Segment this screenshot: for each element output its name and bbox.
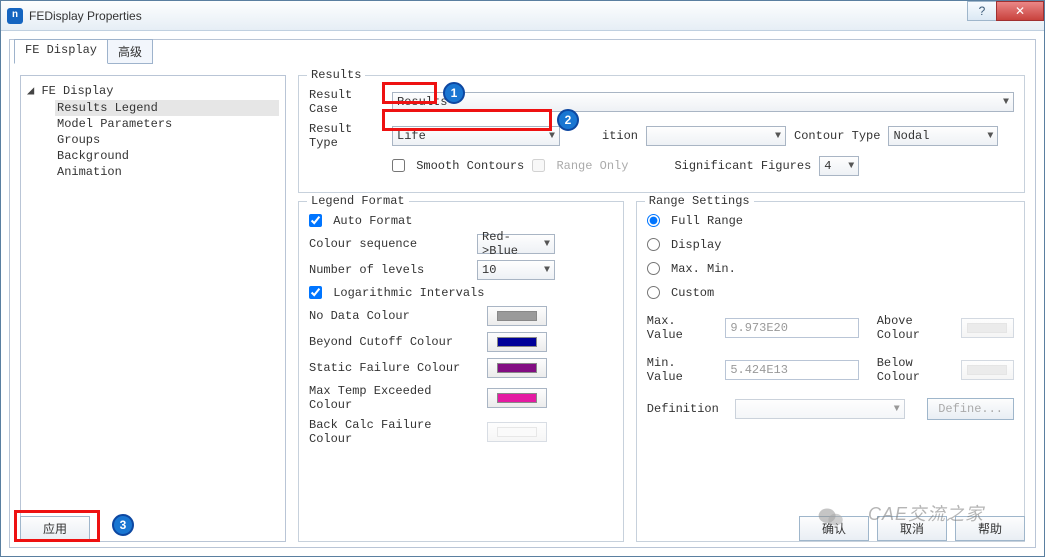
define-button[interactable]: Define... (927, 398, 1014, 420)
annotation-badge-2: 2 (557, 109, 579, 131)
range-display-radio[interactable]: Display (647, 238, 722, 252)
chevron-down-icon: ▼ (544, 239, 550, 250)
max-temp-colour-label: Max Temp Exceeded Colour (309, 384, 479, 412)
result-type-label: Result Type (309, 122, 384, 150)
group-range-settings: Range Settings Full Range Display Max. M… (636, 201, 1025, 542)
static-failure-colour-label: Static Failure Colour (309, 361, 479, 375)
group-legend-format: Legend Format Auto Format Colour sequenc… (298, 201, 624, 542)
beyond-cutoff-colour-label: Beyond Cutoff Colour (309, 335, 479, 349)
definition-combo[interactable]: ▼ (735, 399, 905, 419)
sigfig-label: Significant Figures (674, 159, 811, 173)
tree-item-background[interactable]: Background (55, 148, 279, 164)
tree-item-model-parameters[interactable]: Model Parameters (55, 116, 279, 132)
colour-swatch (497, 363, 537, 373)
definition-label: Definition (647, 402, 727, 416)
close-button[interactable]: ✕ (996, 1, 1044, 21)
group-results-legend: Results (307, 68, 365, 82)
tab-advanced[interactable]: 高级 (107, 39, 153, 64)
tree-item-animation[interactable]: Animation (55, 164, 279, 180)
annotation-badge-3: 3 (112, 514, 134, 536)
contour-type-label: Contour Type (794, 129, 880, 143)
result-case-label: Result Case (309, 88, 384, 116)
group-range-settings-legend: Range Settings (645, 194, 754, 208)
no-data-colour-button[interactable] (487, 306, 547, 326)
contour-type-value: Nodal (893, 129, 929, 143)
tabstrip: FE Display 高级 (14, 39, 1035, 64)
contour-type-combo[interactable]: Nodal ▼ (888, 126, 998, 146)
result-type-combo[interactable]: Life ▼ (392, 126, 560, 146)
chevron-down-icon: ▼ (894, 404, 900, 415)
colour-swatch (967, 365, 1007, 375)
window-title: FEDisplay Properties (29, 9, 142, 23)
back-calc-colour-button[interactable] (487, 422, 547, 442)
annotation-badge-1: 1 (443, 82, 465, 104)
apply-button[interactable]: 应用 (20, 516, 90, 541)
chevron-down-icon: ▼ (549, 131, 555, 142)
result-case-value: Results (397, 95, 447, 109)
titlebar: n FEDisplay Properties ? ✕ (1, 1, 1044, 31)
chevron-down-icon: ▼ (848, 161, 854, 172)
chevron-down-icon: ▼ (544, 265, 550, 276)
result-definition-combo[interactable]: ▼ (646, 126, 786, 146)
colour-swatch (497, 393, 537, 403)
min-value-input[interactable]: 5.424E13 (725, 360, 858, 380)
no-data-colour-label: No Data Colour (309, 309, 479, 323)
above-colour-button[interactable] (961, 318, 1014, 338)
below-colour-button[interactable] (961, 360, 1014, 380)
levels-label: Number of levels (309, 263, 469, 277)
colour-swatch (497, 427, 537, 437)
sigfig-combo[interactable]: 4 ▼ (819, 156, 859, 176)
above-colour-label: Above Colour (877, 314, 953, 342)
app-icon: n (7, 8, 23, 24)
chevron-down-icon: ▼ (775, 131, 781, 142)
two-col: Legend Format Auto Format Colour sequenc… (298, 201, 1025, 542)
window: n FEDisplay Properties ? ✕ FE Display 高级… (0, 0, 1045, 557)
result-definition-label: ition (602, 129, 638, 143)
wechat-icon (818, 506, 844, 528)
tab-fe-display[interactable]: FE Display (14, 39, 108, 64)
window-controls: ? ✕ (968, 1, 1044, 21)
back-calc-colour-label: Back Calc Failure Colour (309, 418, 479, 446)
colour-seq-label: Colour sequence (309, 237, 469, 251)
tab-frame: FE Display 高级 FE Display Results Legend … (9, 39, 1036, 548)
help-button[interactable]: ? (967, 1, 997, 21)
tab-content: FE Display Results Legend Model Paramete… (10, 65, 1035, 552)
colour-swatch (497, 311, 537, 321)
beyond-cutoff-colour-button[interactable] (487, 332, 547, 352)
colour-swatch (967, 323, 1007, 333)
sigfig-value: 4 (824, 159, 831, 173)
tree-item-groups[interactable]: Groups (55, 132, 279, 148)
static-failure-colour-button[interactable] (487, 358, 547, 378)
result-case-combo[interactable]: Results ▼ (392, 92, 1014, 112)
max-temp-colour-button[interactable] (487, 388, 547, 408)
below-colour-label: Below Colour (877, 356, 953, 384)
result-type-value: Life (397, 129, 426, 143)
group-legend-format-legend: Legend Format (307, 194, 409, 208)
right-pane: Results Result Case Results ▼ Result Typ… (298, 75, 1025, 542)
client-area: FE Display 高级 FE Display Results Legend … (1, 31, 1044, 556)
watermark-text: CAE交流之家 (868, 500, 984, 526)
log-intervals-checkbox[interactable]: Logarithmic Intervals (309, 286, 484, 300)
colour-seq-combo[interactable]: Red->Blue ▼ (477, 234, 555, 254)
tree-item-results-legend[interactable]: Results Legend (55, 100, 279, 116)
max-value-label: Max. Value (647, 314, 718, 342)
tree-pane: FE Display Results Legend Model Paramete… (20, 75, 286, 542)
range-maxmin-radio[interactable]: Max. Min. (647, 262, 736, 276)
range-only-checkbox[interactable]: Range Only (532, 159, 628, 173)
colour-swatch (497, 337, 537, 347)
chevron-down-icon: ▼ (1003, 97, 1009, 108)
min-value-label: Min. Value (647, 356, 718, 384)
smooth-contours-checkbox[interactable]: Smooth Contours (392, 159, 524, 173)
levels-combo[interactable]: 10 ▼ (477, 260, 555, 280)
tree-children: Results Legend Model Parameters Groups B… (27, 100, 279, 180)
chevron-down-icon: ▼ (987, 131, 993, 142)
auto-format-checkbox[interactable]: Auto Format (309, 214, 412, 228)
range-full-radio[interactable]: Full Range (647, 214, 743, 228)
group-results: Results Result Case Results ▼ Result Typ… (298, 75, 1025, 193)
tree-root[interactable]: FE Display (27, 84, 279, 98)
max-value-input[interactable]: 9.973E20 (725, 318, 858, 338)
range-custom-radio[interactable]: Custom (647, 286, 714, 300)
